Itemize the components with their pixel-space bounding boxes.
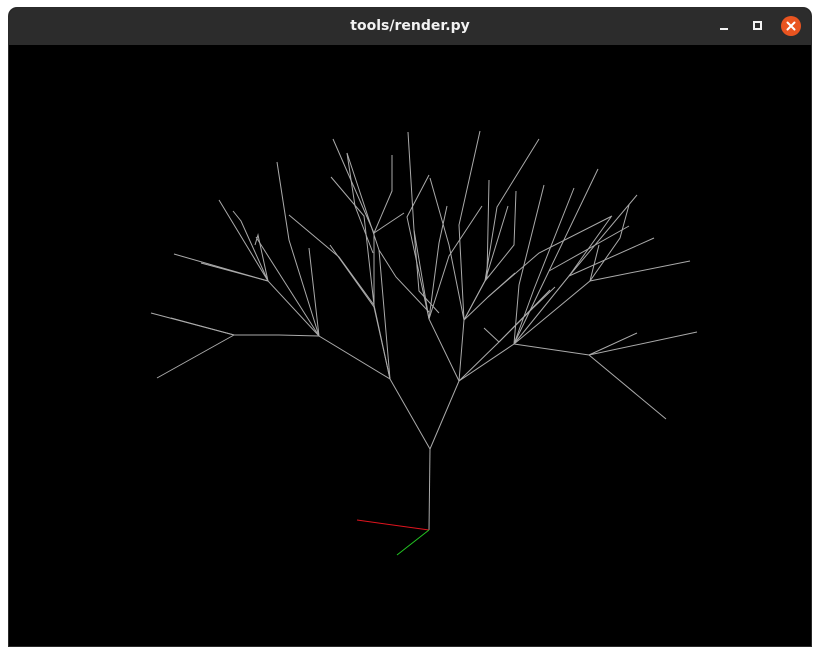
title-bar[interactable]: tools/render.py <box>9 8 811 46</box>
axis-y <box>396 529 430 556</box>
minimize-icon <box>720 28 728 30</box>
window-title: tools/render.py <box>350 18 470 34</box>
render-viewport[interactable] <box>9 45 811 646</box>
tree-branches <box>150 130 698 531</box>
maximize-icon <box>753 21 762 30</box>
tree-render <box>150 130 698 556</box>
maximize-button[interactable] <box>748 16 768 36</box>
minimize-button[interactable] <box>714 16 734 36</box>
axis-x <box>356 519 430 531</box>
close-icon <box>786 21 796 31</box>
close-button[interactable] <box>781 16 801 36</box>
app-window: tools/render.py <box>9 8 811 646</box>
